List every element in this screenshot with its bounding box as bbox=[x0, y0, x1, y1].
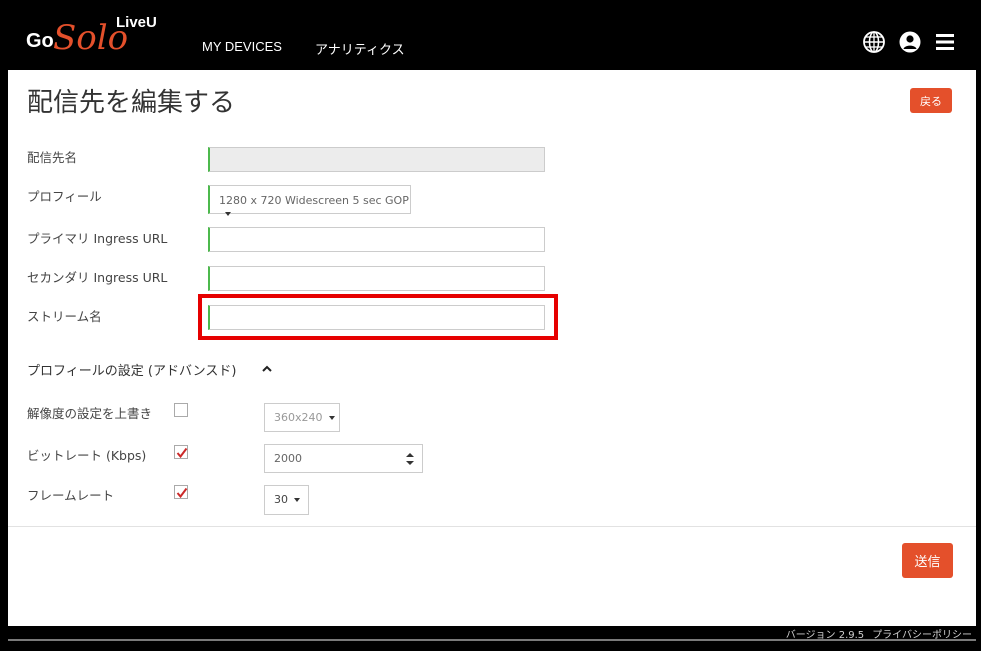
chevron-down-icon bbox=[328, 416, 335, 420]
highlight-box bbox=[198, 294, 558, 340]
profile-label: プロフィール bbox=[27, 189, 102, 204]
framerate-checkbox[interactable] bbox=[174, 485, 188, 499]
advanced-settings-toggle[interactable]: プロフィールの設定 (アドバンスド) bbox=[27, 360, 236, 379]
secondary-url-field[interactable] bbox=[208, 266, 545, 291]
check-icon bbox=[176, 487, 188, 499]
user-icon[interactable] bbox=[898, 30, 922, 54]
resolution-select[interactable]: 360x240 bbox=[264, 403, 340, 432]
page-title: 配信先を編集する bbox=[27, 88, 236, 118]
secondary-url-label: セカンダリ Ingress URL bbox=[27, 270, 168, 285]
submit-button[interactable]: 送信 bbox=[902, 543, 953, 578]
resolution-override-label: 解像度の設定を上書き bbox=[27, 406, 153, 421]
logo-liveu: LiveU bbox=[116, 14, 157, 31]
divider bbox=[8, 526, 976, 527]
bitrate-value: 2000 bbox=[274, 452, 302, 465]
check-icon bbox=[176, 447, 188, 459]
version-text: バージョン 2.9.5 bbox=[785, 630, 865, 641]
bitrate-label: ビットレート (Kbps) bbox=[27, 448, 147, 463]
primary-url-field[interactable] bbox=[208, 227, 545, 252]
globe-icon[interactable] bbox=[862, 30, 886, 54]
profile-select[interactable]: 1280 x 720 Widescreen 5 sec GOP bbox=[208, 185, 411, 216]
spinner-arrows-icon[interactable] bbox=[406, 451, 414, 467]
stream-name-label: ストリーム名 bbox=[27, 309, 102, 324]
chevron-down-icon bbox=[294, 498, 300, 502]
resolution-select-value: 360x240 bbox=[274, 411, 323, 424]
destination-name-field[interactable] bbox=[208, 147, 545, 172]
main-panel: 配信先を編集する 戻る 配信先名 プロフィール 1280 x 720 Wides… bbox=[8, 70, 976, 626]
menu-icon[interactable] bbox=[933, 30, 957, 54]
nav-my-devices[interactable]: MY DEVICES bbox=[202, 39, 282, 54]
resolution-override-checkbox[interactable] bbox=[174, 403, 188, 417]
logo-go: Go bbox=[26, 30, 54, 52]
framerate-select[interactable]: 30 bbox=[264, 485, 309, 515]
footer-links: バージョン 2.9.5 プライバシーポリシー bbox=[778, 626, 972, 641]
back-button[interactable]: 戻る bbox=[910, 88, 952, 113]
bitrate-stepper[interactable]: 2000 bbox=[264, 444, 423, 473]
primary-url-label: プライマリ Ingress URL bbox=[27, 231, 168, 246]
framerate-label: フレームレート bbox=[27, 488, 115, 503]
framerate-select-value: 30 bbox=[274, 493, 288, 506]
profile-select-value: 1280 x 720 Widescreen 5 sec GOP bbox=[219, 194, 409, 207]
privacy-policy-link[interactable]: プライバシーポリシー bbox=[872, 630, 972, 641]
nav-analytics[interactable]: アナリティクス bbox=[315, 39, 405, 58]
bitrate-checkbox[interactable] bbox=[174, 445, 188, 459]
top-header: Go Solo LiveU MY DEVICES アナリティクス bbox=[0, 0, 981, 70]
gosolo-logo[interactable]: Go Solo LiveU bbox=[26, 12, 166, 62]
destination-name-label: 配信先名 bbox=[27, 150, 78, 165]
chevron-down-icon bbox=[225, 212, 231, 216]
chevron-up-icon[interactable] bbox=[262, 364, 272, 374]
